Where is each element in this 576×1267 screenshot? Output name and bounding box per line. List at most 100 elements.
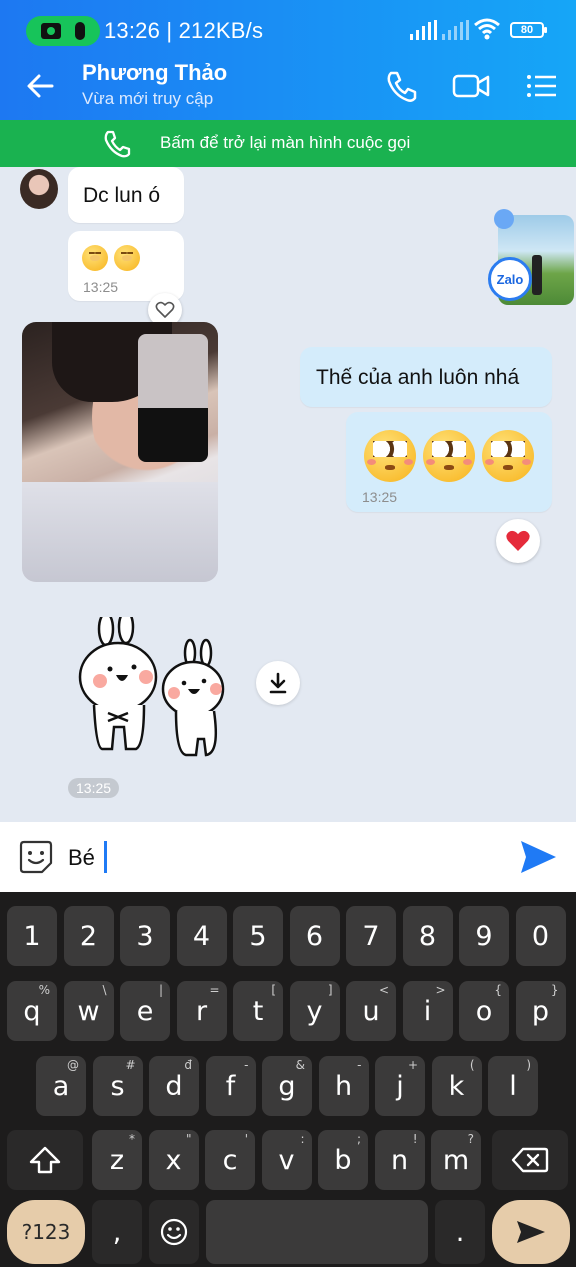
key-secondary-label: ; — [356, 1132, 361, 1146]
shift-key[interactable] — [7, 1130, 83, 1190]
key-w-label: w — [77, 995, 100, 1027]
key-j[interactable]: j + — [375, 1056, 425, 1116]
key-5[interactable]: 5 — [233, 906, 283, 966]
key-l[interactable]: l) — [488, 1056, 538, 1116]
heart-outline-icon — [155, 301, 175, 318]
heart-filled-icon — [506, 530, 530, 551]
chat-messages[interactable]: Dc lun ó 13:25 Zalo Thế của anh luôn nhá… — [0, 167, 576, 822]
key-c[interactable]: c ' — [205, 1130, 255, 1190]
hushed-face-emoji — [114, 245, 140, 271]
message-text: Dc lun ó — [83, 184, 161, 207]
key-9[interactable]: 9 — [459, 906, 509, 966]
key-x-label: x — [165, 1144, 182, 1176]
key-u[interactable]: u < — [346, 981, 396, 1041]
photo-message[interactable] — [22, 322, 218, 582]
key-m[interactable]: m? — [431, 1130, 481, 1190]
key-x[interactable]: x " — [148, 1130, 199, 1190]
screen-recording-indicator[interactable] — [26, 16, 100, 46]
key-a[interactable]: a @ — [36, 1056, 86, 1116]
key-b[interactable]: b; — [318, 1130, 368, 1190]
key-d[interactable]: dđ — [149, 1056, 199, 1116]
key-secondary-label: - — [357, 1058, 362, 1072]
symbols-key[interactable]: ?123 — [7, 1200, 85, 1264]
hushed-face-emoji — [82, 245, 108, 271]
status-bar: 13:26 | 212KB/s 80 — [0, 0, 576, 56]
key-6[interactable]: 6 — [289, 906, 340, 966]
key-w[interactable]: w \ — [63, 981, 114, 1041]
key-8[interactable]: 8 — [402, 906, 453, 966]
space-key[interactable] — [206, 1200, 428, 1264]
key-n[interactable]: n! — [374, 1130, 425, 1190]
back-arrow-icon[interactable] — [22, 68, 58, 104]
key-h[interactable]: h- — [318, 1056, 369, 1116]
key-1[interactable]: 1 — [7, 906, 57, 966]
key-q[interactable]: q% — [7, 981, 57, 1041]
key-o[interactable]: o{ — [459, 981, 509, 1041]
key-y-label: y — [306, 995, 323, 1027]
key-4[interactable]: 4 — [176, 906, 227, 966]
phone-icon — [104, 130, 131, 158]
menu-list-icon[interactable] — [522, 66, 562, 106]
key-secondary-label: \ — [102, 983, 107, 997]
contact-status: Vừa mới truy cập — [82, 89, 214, 108]
key-z[interactable]: z * — [92, 1130, 142, 1190]
key-v[interactable]: v: — [261, 1130, 312, 1190]
key-i[interactable]: i > — [402, 981, 453, 1041]
key-r[interactable]: r = — [176, 981, 227, 1041]
send-icon[interactable] — [518, 838, 558, 876]
sticker-time: 13:25 — [68, 778, 120, 798]
return-to-call-banner[interactable]: Bấm để trở lại màn hình cuộc gọi — [0, 120, 576, 167]
key-6-label: 6 — [305, 920, 324, 952]
video-call-icon[interactable] — [451, 66, 491, 106]
status-time: 13:26 | 212KB/s — [104, 18, 264, 43]
send-arrow-icon — [517, 1221, 545, 1243]
message-input[interactable]: Bé — [68, 845, 95, 871]
key-g[interactable]: g & — [262, 1056, 312, 1116]
emoji-key[interactable] — [149, 1200, 199, 1264]
key-secondary-label: " — [185, 1132, 192, 1146]
reaction-heart[interactable] — [496, 519, 540, 563]
key-secondary-label: ' — [244, 1132, 248, 1146]
key-secondary-label: đ — [184, 1058, 192, 1072]
key-i-label: i — [423, 995, 432, 1027]
flushed-face-emoji — [482, 430, 534, 482]
period-key[interactable]: . — [435, 1200, 485, 1264]
key-secondary-label: ( — [469, 1058, 475, 1072]
key-2[interactable]: 2 — [63, 906, 114, 966]
key-s[interactable]: s # — [92, 1056, 143, 1116]
voice-call-icon[interactable] — [382, 66, 422, 106]
key-y[interactable]: y] — [289, 981, 340, 1041]
key-7[interactable]: 7 — [346, 906, 396, 966]
key-p-label: p — [531, 995, 550, 1027]
message-input-bar: Bé — [0, 822, 576, 892]
return-to-call-text: Bấm để trở lại màn hình cuộc gọi — [160, 133, 411, 152]
flushed-face-emoji — [423, 430, 475, 482]
key-k[interactable]: k( — [431, 1056, 482, 1116]
key-secondary-label: { — [494, 983, 502, 997]
backspace-key[interactable] — [492, 1130, 568, 1190]
key-3[interactable]: 3 — [120, 906, 170, 966]
my-message-bubble[interactable]: 13:25 — [346, 412, 552, 512]
key-p[interactable]: p} — [515, 981, 566, 1041]
key-f[interactable]: f- — [205, 1056, 256, 1116]
send-key[interactable] — [492, 1200, 570, 1264]
key-f-label: f — [225, 1070, 236, 1102]
bunny-sticker[interactable] — [78, 617, 238, 757]
my-message-bubble[interactable]: Thế của anh luôn nhá — [300, 347, 552, 407]
key-4-label: 4 — [192, 920, 211, 952]
microphone-icon — [75, 22, 85, 40]
key-b-label: b — [334, 1144, 352, 1176]
comma-key[interactable]: , — [92, 1200, 142, 1264]
photo-inset — [138, 334, 208, 462]
key-e[interactable]: e | — [120, 981, 170, 1041]
sticker-emoji-icon[interactable] — [18, 839, 54, 875]
key-t-label: t — [252, 995, 264, 1027]
key-t[interactable]: t[ — [233, 981, 283, 1041]
message-bubble[interactable]: Dc lun ó — [68, 167, 184, 223]
key-8-label: 8 — [418, 920, 437, 952]
message-bubble[interactable]: 13:25 — [68, 231, 184, 301]
download-button[interactable] — [256, 661, 300, 705]
contact-name[interactable]: Phương Thảo — [82, 60, 227, 86]
avatar[interactable] — [20, 169, 58, 209]
key-0[interactable]: 0 — [515, 906, 566, 966]
